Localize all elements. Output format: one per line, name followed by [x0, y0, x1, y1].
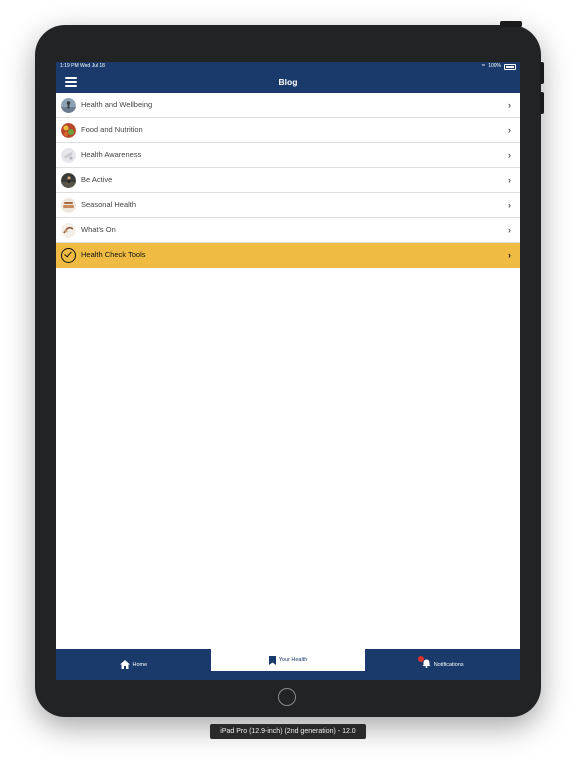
list-item-label: Health Awareness [81, 150, 142, 159]
notification-badge [417, 656, 424, 662]
chevron-right-icon: › [508, 225, 511, 235]
blog-category-list: Health and Wellbeing › Food and Nutritio… [56, 93, 520, 268]
list-item-label: Be Active [81, 175, 113, 184]
tab-your-health[interactable]: Your Health [210, 649, 366, 671]
battery-icon [504, 63, 516, 70]
device-home-button[interactable] [278, 688, 296, 706]
list-item[interactable]: Health Awareness › [56, 143, 520, 168]
chevron-right-icon: › [508, 100, 511, 110]
health-awareness-thumbnail [61, 148, 76, 163]
chevron-right-icon: › [508, 125, 511, 135]
chevron-right-icon: › [508, 200, 511, 210]
food-nutrition-thumbnail [61, 123, 76, 138]
tab-home[interactable]: Home [56, 649, 211, 680]
chevron-right-icon: › [508, 150, 511, 160]
whats-on-thumbnail [61, 223, 76, 238]
list-item-label: Seasonal Health [81, 200, 137, 209]
list-item[interactable]: Health and Wellbeing › [56, 93, 520, 118]
tab-bar: Home Your Health Notifications [56, 649, 520, 680]
battery-percent: 100% [488, 63, 501, 69]
check-circle-icon [61, 248, 76, 263]
volume-up-button [540, 62, 544, 84]
app-screen: 1:19 PM Wed Jul 18 ≈ 100% Blog Health an… [56, 62, 520, 680]
health-check-tools-item[interactable]: Health Check Tools › [56, 243, 520, 268]
page-title: Blog [278, 77, 298, 87]
status-bar: 1:19 PM Wed Jul 18 ≈ 100% [56, 62, 520, 71]
seasonal-health-thumbnail [61, 198, 76, 213]
nav-bar: Blog [56, 71, 520, 93]
tab-label: Notifications [433, 661, 464, 668]
status-time: 1:19 PM Wed Jul 18 [60, 63, 105, 69]
list-item-label: Health Check Tools [81, 250, 146, 259]
list-item-label: What's On [81, 225, 116, 234]
device-caption: iPad Pro (12.9-inch) (2nd generation) - … [210, 724, 366, 739]
list-item[interactable]: Seasonal Health › [56, 193, 520, 218]
be-active-thumbnail [61, 173, 76, 188]
chevron-right-icon: › [508, 175, 511, 185]
tab-label: Home [132, 661, 148, 668]
bookmark-icon [268, 655, 276, 665]
chevron-right-icon: › [508, 250, 511, 260]
list-item[interactable]: What's On › [56, 218, 520, 243]
list-item[interactable]: Food and Nutrition › [56, 118, 520, 143]
home-icon [119, 660, 130, 669]
list-item-label: Food and Nutrition [81, 125, 143, 134]
volume-down-button [540, 92, 544, 114]
tab-notifications[interactable]: Notifications [365, 649, 520, 680]
list-item[interactable]: Be Active › [56, 168, 520, 193]
health-wellbeing-thumbnail [61, 98, 76, 113]
list-item-label: Health and Wellbeing [81, 100, 153, 109]
tab-label: Your Health [278, 657, 308, 663]
wifi-icon: ≈ [481, 63, 486, 69]
power-button [500, 21, 522, 27]
